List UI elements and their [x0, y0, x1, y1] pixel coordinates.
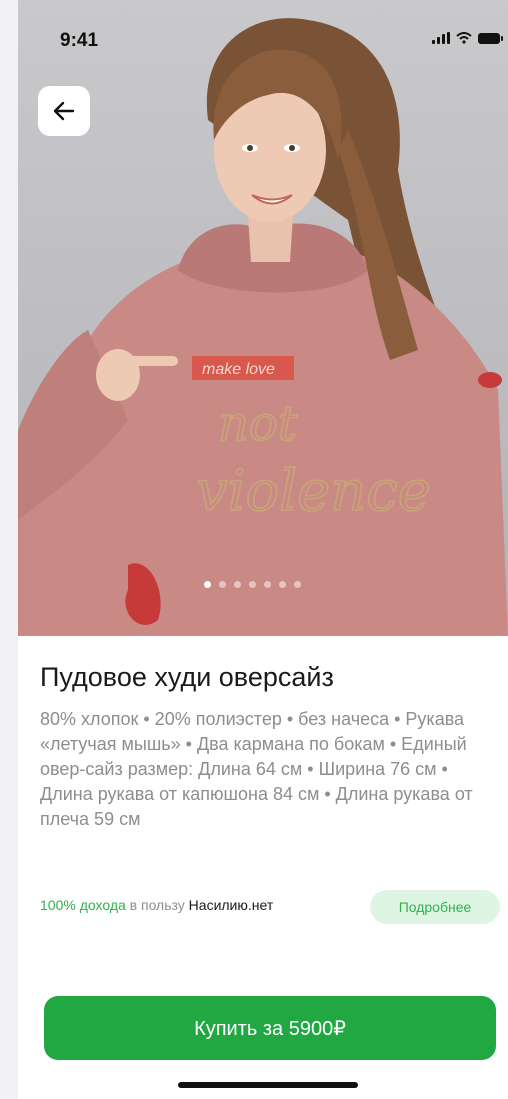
carousel-dot[interactable]	[234, 581, 241, 588]
carousel-dot[interactable]	[294, 581, 301, 588]
back-button[interactable]	[38, 86, 90, 136]
print-violence: violence	[196, 459, 431, 524]
home-indicator	[178, 1082, 358, 1088]
charity-org: Насилию.нет	[188, 897, 274, 913]
wifi-icon	[456, 32, 472, 44]
carousel-dot[interactable]	[264, 581, 271, 588]
carousel-dot[interactable]	[249, 581, 256, 588]
battery-icon	[478, 33, 503, 44]
charity-middle: в пользу	[125, 897, 189, 913]
charity-percent: 100% дохода	[40, 897, 126, 913]
carousel-dots	[204, 581, 301, 588]
charity-note: 100% дохода в пользу Насилию.нет	[40, 897, 273, 913]
status-bar: 9:41	[18, 0, 508, 64]
print-make-love: make love	[202, 361, 275, 378]
product-photo: make love not violence	[18, 18, 508, 636]
signal-icon	[432, 32, 450, 44]
product-image-carousel[interactable]: make love not violence 9:41	[18, 0, 508, 636]
product-screen: make love not violence 9:41 Пудовое худи…	[18, 0, 508, 1099]
buy-button[interactable]: Купить за 5900₽	[44, 996, 496, 1060]
product-title: Пудовое худи оверсайз	[40, 662, 334, 692]
carousel-dot[interactable]	[279, 581, 286, 588]
back-arrow-icon	[53, 101, 75, 121]
product-description: 80% хлопок • 20% полиэстер • без начеса …	[40, 709, 473, 829]
carousel-dot[interactable]	[204, 581, 211, 588]
print-not: not	[218, 396, 298, 452]
status-icons	[432, 32, 503, 44]
status-time: 9:41	[60, 30, 99, 51]
carousel-dot[interactable]	[219, 581, 226, 588]
more-button[interactable]: Подробнее	[370, 890, 500, 924]
